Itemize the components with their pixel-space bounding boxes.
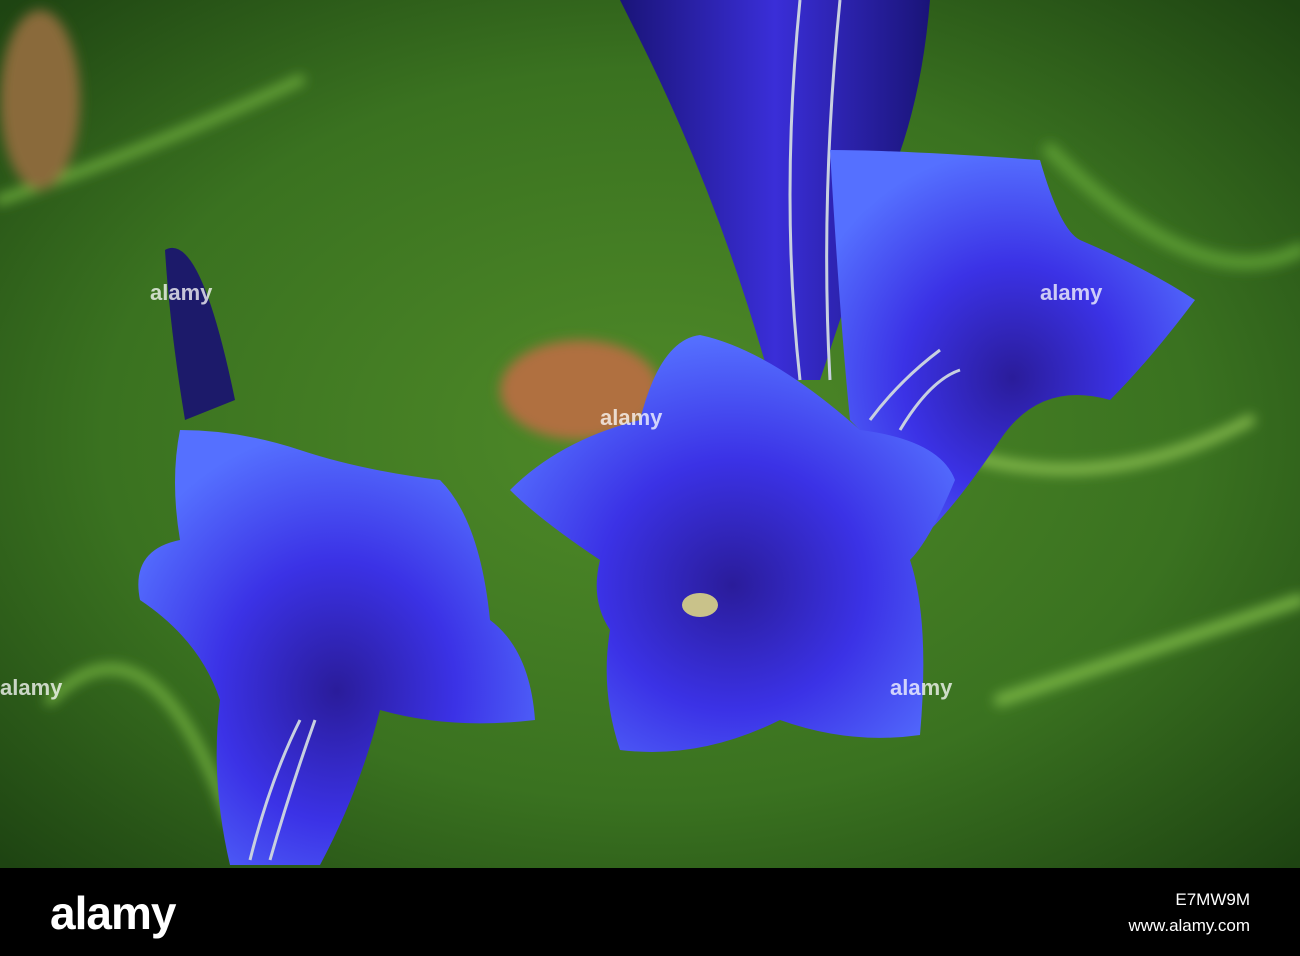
watermark: alamy [600, 405, 663, 430]
image-id: E7MW9M [1175, 890, 1250, 909]
gentian-flowers-photo [0, 0, 1300, 868]
watermark: alamy [890, 675, 953, 700]
stock-photo: alamy alamy alamy alamy alamy alamy E7MW… [0, 0, 1300, 956]
alamy-logo: alamy [50, 887, 176, 939]
watermark: alamy [1040, 280, 1103, 305]
site-url: www.alamy.com [1128, 916, 1250, 935]
footer-bar: alamy E7MW9M www.alamy.com [0, 868, 1300, 956]
watermark: alamy [150, 280, 213, 305]
watermark: alamy [0, 675, 63, 700]
